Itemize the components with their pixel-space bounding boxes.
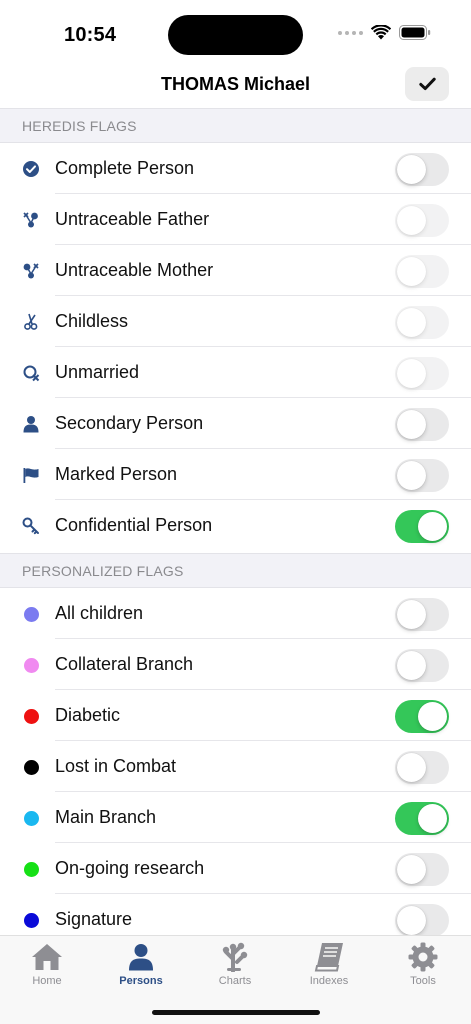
status-icons <box>338 25 431 40</box>
untraceable-mother-icon <box>21 261 41 281</box>
secondary-person-toggle[interactable] <box>395 408 449 441</box>
flag-row-marked-person[interactable]: Marked Person <box>0 449 471 500</box>
all-children-toggle[interactable] <box>395 598 449 631</box>
untraceable-father-icon <box>21 210 41 230</box>
page-title: THOMAS Michael <box>160 74 311 94</box>
unmarried-toggle[interactable] <box>395 357 449 390</box>
confidential-person-toggle[interactable] <box>395 510 449 543</box>
flag-label: Secondary Person <box>55 413 204 433</box>
status-bar: 10:54 <box>0 0 471 62</box>
flag-label: Marked Person <box>55 464 178 484</box>
done-button[interactable] <box>405 67 449 101</box>
diabetic-toggle[interactable] <box>395 700 449 733</box>
flag-label: Untraceable Mother <box>55 260 214 280</box>
flag-label: Main Branch <box>55 807 157 827</box>
color-dot-icon <box>21 655 41 675</box>
flag-label: Lost in Combat <box>55 756 177 776</box>
flag-row-confidential-person[interactable]: Confidential Person <box>0 500 471 551</box>
person-icon <box>21 414 41 434</box>
home-icon <box>7 940 87 974</box>
flag-label: On-going research <box>55 858 205 878</box>
dynamic-island <box>168 15 303 55</box>
tab-charts[interactable]: Charts <box>195 940 275 987</box>
key-icon <box>21 516 41 536</box>
tab-persons[interactable]: Persons <box>101 940 181 987</box>
on-going-research-toggle[interactable] <box>395 853 449 886</box>
signal-dots-icon <box>338 30 363 35</box>
tab-indexes[interactable]: Indexes <box>289 940 369 987</box>
flag-row-untraceable-father[interactable]: Untraceable Father <box>0 194 471 245</box>
flag-label: All children <box>55 603 144 623</box>
tree-chart-icon <box>195 940 275 974</box>
childless-toggle[interactable] <box>395 306 449 339</box>
tab-bar: Home Persons Charts Indexes Tools <box>0 935 471 1024</box>
navigation-bar: THOMAS Michael <box>0 62 471 108</box>
flag-label: Diabetic <box>55 705 121 725</box>
main-branch-toggle[interactable] <box>395 802 449 835</box>
home-indicator[interactable] <box>152 1010 320 1015</box>
check-circle-icon <box>21 159 41 179</box>
wifi-icon <box>371 25 391 40</box>
flag-label: Confidential Person <box>55 515 213 535</box>
untraceable-father-toggle[interactable] <box>395 204 449 237</box>
battery-icon <box>399 25 431 40</box>
flag-row-on-going-research[interactable]: On-going research <box>0 843 471 894</box>
flag-row-unmarried[interactable]: Unmarried <box>0 347 471 398</box>
complete-person-toggle[interactable] <box>395 153 449 186</box>
flag-row-secondary-person[interactable]: Secondary Person <box>0 398 471 449</box>
section-header-heredis-flags: HEREDIS FLAGS <box>0 108 471 143</box>
flag-row-main-branch[interactable]: Main Branch <box>0 792 471 843</box>
flag-row-complete-person[interactable]: Complete Person <box>0 143 471 194</box>
color-dot-icon <box>21 757 41 777</box>
color-dot-icon <box>21 910 41 930</box>
book-icon <box>289 940 369 974</box>
status-time: 10:54 <box>64 24 117 46</box>
collateral-branch-toggle[interactable] <box>395 649 449 682</box>
signature-toggle[interactable] <box>395 904 449 937</box>
color-dot-icon <box>21 706 41 726</box>
flag-row-all-children[interactable]: All children <box>0 588 471 639</box>
color-dot-icon <box>21 604 41 624</box>
tab-home[interactable]: Home <box>7 940 87 987</box>
flag-row-collateral-branch[interactable]: Collateral Branch <box>0 639 471 690</box>
flag-label: Unmarried <box>55 362 140 382</box>
flag-row-childless[interactable]: Childless <box>0 296 471 347</box>
flag-label: Childless <box>55 311 129 331</box>
flag-label: Untraceable Father <box>55 209 210 229</box>
flag-row-lost-in-combat[interactable]: Lost in Combat <box>0 741 471 792</box>
flag-label: Complete Person <box>55 158 195 178</box>
person-icon <box>101 940 181 974</box>
lost-in-combat-toggle[interactable] <box>395 751 449 784</box>
flag-icon <box>21 465 41 485</box>
color-dot-icon <box>21 808 41 828</box>
marked-person-toggle[interactable] <box>395 459 449 492</box>
scissors-icon <box>21 312 41 332</box>
flag-label: Collateral Branch <box>55 654 194 674</box>
tab-tools[interactable]: Tools <box>383 940 463 987</box>
flag-row-untraceable-mother[interactable]: Untraceable Mother <box>0 245 471 296</box>
color-dot-icon <box>21 859 41 879</box>
gear-icon <box>383 940 463 974</box>
flag-label: Signature <box>55 909 133 929</box>
section-header-personalized-flags: PERSONALIZED FLAGS <box>0 553 471 588</box>
unmarried-ring-icon <box>21 363 41 383</box>
untraceable-mother-toggle[interactable] <box>395 255 449 288</box>
checkmark-icon <box>418 77 436 91</box>
flag-row-diabetic[interactable]: Diabetic <box>0 690 471 741</box>
